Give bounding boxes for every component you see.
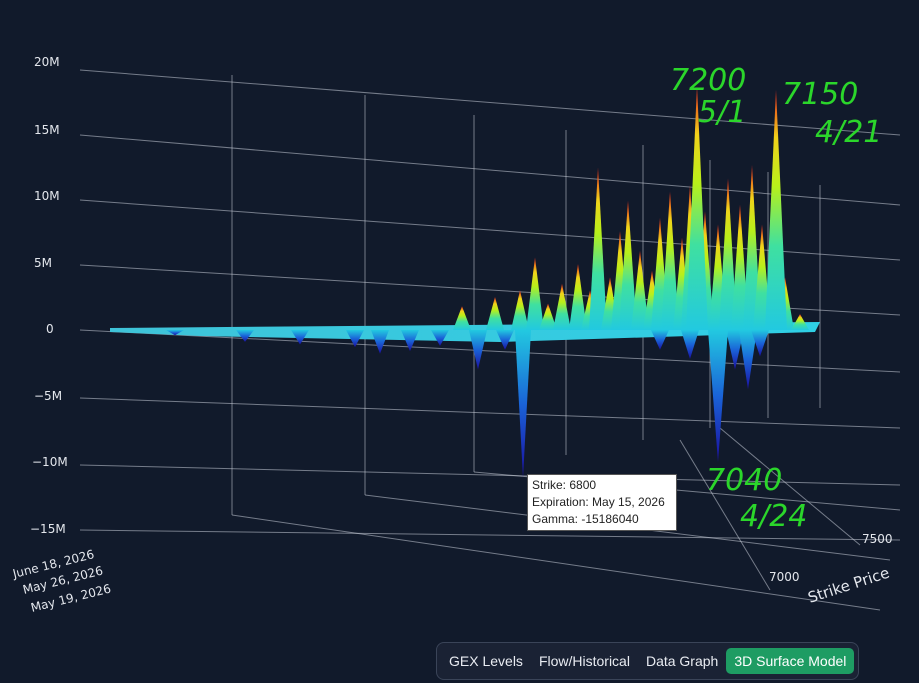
gridline-z-neg5m <box>79 397 901 429</box>
surface-spike <box>526 257 544 330</box>
tooltip-gamma: Gamma: -15186040 <box>532 512 639 526</box>
z-tick-label: 0 <box>46 322 54 336</box>
hover-tooltip: Strike: 6800 Expiration: May 15, 2026 Ga… <box>527 474 677 531</box>
annotation-7200-date: 5/1 <box>698 95 746 130</box>
annotation-7040-date: 4/24 <box>740 499 807 534</box>
surface-spike <box>791 314 809 330</box>
tab-data-graph[interactable]: Data Graph <box>638 648 726 674</box>
z-tick-label: −5M <box>34 389 62 403</box>
surface-spike <box>371 330 389 354</box>
gamma-surface-chart[interactable]: 20M 15M 10M 5M 0 −5M −10M −15M June 18, 2026 Ma… <box>0 0 919 683</box>
x-tick-label: 7000 <box>769 570 800 584</box>
x-axis-title: Strike Price <box>806 564 892 607</box>
z-tick-label: 20M <box>34 55 60 69</box>
surface-trough-7040 <box>708 330 728 462</box>
surface-spike <box>486 297 504 330</box>
tab-3d-surface-model[interactable]: 3D Surface Model <box>726 648 855 674</box>
z-axis-ticks: 20M 15M 10M 5M 0 −5M −10M −15M <box>30 55 68 536</box>
z-tick-label: 10M <box>34 189 60 203</box>
surface-spike <box>651 330 669 350</box>
tooltip-expiration: Expiration: May 15, 2026 <box>532 495 665 509</box>
z-tick-label: −10M <box>32 455 68 469</box>
tooltip-strike: Strike: 6800 <box>532 478 597 492</box>
view-tab-bar: GEX Levels Flow/Historical Data Graph 3D… <box>436 642 860 680</box>
annotation-7150-strike: 7150 <box>782 77 858 112</box>
x-tick-label: 7500 <box>862 532 893 546</box>
surface-spike <box>553 283 571 330</box>
tab-gex-levels[interactable]: GEX Levels <box>441 648 531 674</box>
surface-spike <box>681 330 699 360</box>
strike-axis: 7500 7000 Strike Price <box>769 532 893 607</box>
z-tick-label: −15M <box>30 522 66 536</box>
surface-spike <box>401 330 419 352</box>
z-tick-label: 5M <box>34 256 52 270</box>
gamma-surface <box>110 85 820 478</box>
surface-spike <box>453 306 471 330</box>
surface-spike <box>511 290 529 330</box>
annotation-7040-strike: 7040 <box>706 463 782 498</box>
expiration-axis: June 18, 2026 May 26, 2026 May 19, 2026 <box>10 547 112 615</box>
annotation-7200-strike: 7200 <box>670 63 746 98</box>
z-tick-label: 15M <box>34 123 60 137</box>
tab-flow-historical[interactable]: Flow/Historical <box>531 648 638 674</box>
annotation-7150-date: 4/21 <box>815 115 882 150</box>
surface-spike <box>589 167 607 330</box>
surface-trough-6800 <box>515 330 531 478</box>
